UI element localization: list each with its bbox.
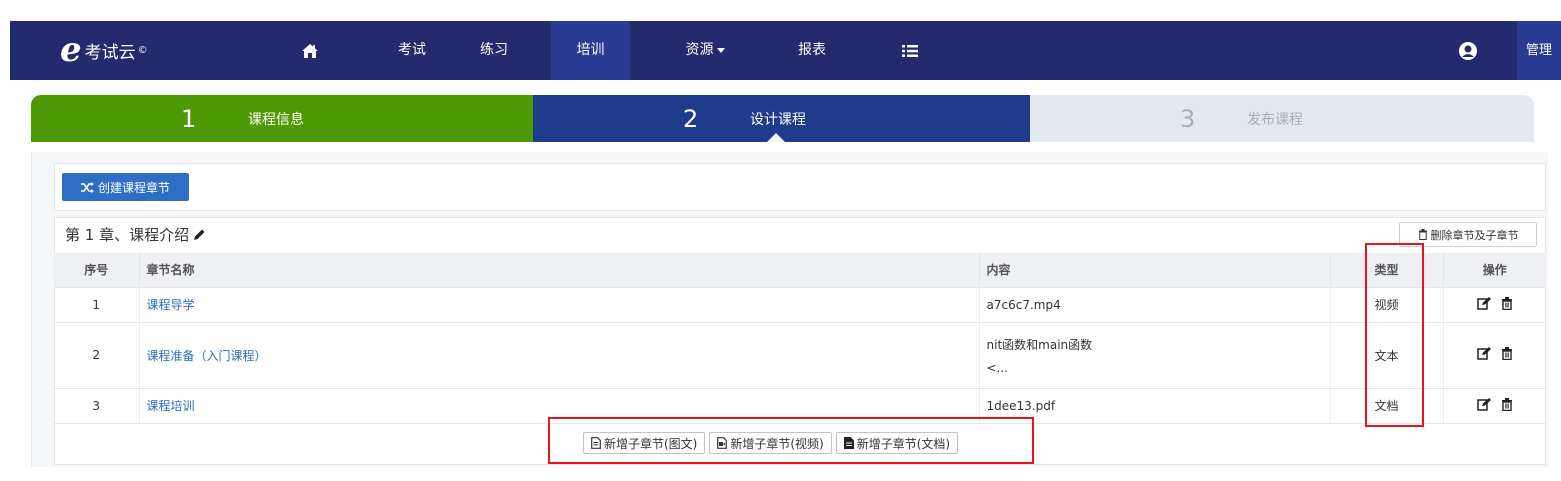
row-content-text: a7c6c7.mp4 [986, 297, 1061, 312]
row-name: 课程准备（入门课程） [139, 322, 980, 389]
admin-menu[interactable]: 管理 [1517, 21, 1561, 80]
row-content: a7c6c7.mp4 [979, 287, 1331, 323]
delete-icon[interactable] [1501, 347, 1513, 360]
row-ops [1443, 388, 1546, 424]
course-steps: 1 课程信息 2 设计课程 3 发布课程 [31, 95, 1534, 142]
row-ops [1443, 287, 1546, 323]
logo-copyright: © [137, 44, 148, 56]
nav-item-resources-label: 资源 [685, 42, 714, 58]
step-current-indicator [767, 133, 785, 142]
top-navbar: e 考试云 © 考试 练习 培训 资源 报表 管理 [10, 21, 1561, 80]
step-design-course[interactable]: 2 设计课程 [533, 95, 1030, 142]
table-header-row: 序号 章节名称 内容 类型 操作 [54, 253, 1546, 288]
row-name: 课程导学 [139, 287, 980, 323]
page: e 考试云 © 考试 练习 培训 资源 报表 管理 1 课程信息 2 设计课程 [0, 0, 1561, 481]
chapter-link[interactable]: 课程培训 [147, 399, 195, 413]
row-no: 3 [54, 388, 140, 424]
nav-item-practice[interactable]: 练习 [464, 21, 524, 80]
table-row: 1 课程导学 a7c6c7.mp4 视频 [54, 287, 1546, 323]
create-chapter-label: 创建课程章节 [97, 180, 170, 195]
step-number: 1 [181, 104, 197, 133]
column-header-content: 内容 [979, 253, 1331, 288]
add-buttons-highlight [548, 417, 1034, 464]
row-content-more: <... [986, 360, 1009, 375]
edit-pencil-icon[interactable] [192, 228, 206, 242]
table-row: 2 课程准备（入门课程） nit函数和main函数 <... 文本 [54, 322, 1546, 389]
step-publish-course[interactable]: 3 发布课程 [1030, 95, 1534, 142]
step-label: 课程信息 [248, 111, 304, 128]
chapter-table: 序号 章节名称 内容 类型 操作 1 课程导学 a7c6c7.mp4 视频 2 … [54, 253, 1546, 424]
logo[interactable]: e 考试云 © [60, 32, 148, 68]
chapter-title-text: 第 1 章、课程介绍 [65, 226, 190, 244]
step-label: 设计课程 [750, 111, 806, 128]
list-icon[interactable] [890, 21, 930, 80]
column-header-ops: 操作 [1443, 253, 1546, 288]
delete-chapter-label: 删除章节及子章节 [1430, 228, 1519, 242]
chevron-down-icon [716, 47, 725, 53]
nav-item-exam[interactable]: 考试 [382, 21, 442, 80]
step-number: 2 [683, 104, 699, 133]
column-header-name: 章节名称 [139, 253, 980, 288]
row-no: 2 [54, 322, 140, 389]
step-label: 发布课程 [1247, 111, 1303, 128]
row-content-text: nit函数和main函数 [986, 337, 1093, 352]
delete-icon[interactable] [1501, 397, 1513, 411]
chapter-toolbar [54, 163, 1546, 211]
edit-icon[interactable] [1477, 296, 1491, 310]
nav-item-training[interactable]: 培训 [551, 21, 630, 80]
shuffle-icon [80, 181, 94, 193]
edit-icon[interactable] [1477, 397, 1491, 411]
row-content: nit函数和main函数 <... [979, 322, 1331, 389]
home-icon[interactable] [290, 21, 330, 80]
step-course-info[interactable]: 1 课程信息 [31, 95, 533, 142]
logo-mark: e [60, 30, 82, 70]
delete-icon[interactable] [1501, 296, 1513, 310]
chapter-link[interactable]: 课程导学 [147, 298, 195, 312]
row-content-text: 1dee13.pdf [986, 398, 1056, 413]
chapter-link[interactable]: 课程准备（入门课程） [147, 349, 267, 363]
row-ops [1443, 322, 1546, 389]
create-chapter-button[interactable]: 创建课程章节 [62, 173, 189, 201]
nav-item-resources[interactable]: 资源 [670, 21, 740, 80]
user-icon[interactable] [1450, 21, 1486, 80]
row-no: 1 [54, 287, 140, 323]
trash-icon [1418, 229, 1427, 240]
edit-icon[interactable] [1477, 347, 1491, 360]
step-number: 3 [1180, 104, 1196, 133]
nav-item-reports[interactable]: 报表 [782, 21, 842, 80]
column-header-no: 序号 [54, 253, 140, 288]
chapter-title: 第 1 章、课程介绍 [65, 224, 206, 245]
logo-text: 考试云 [84, 42, 136, 63]
type-column-highlight [1365, 243, 1424, 427]
